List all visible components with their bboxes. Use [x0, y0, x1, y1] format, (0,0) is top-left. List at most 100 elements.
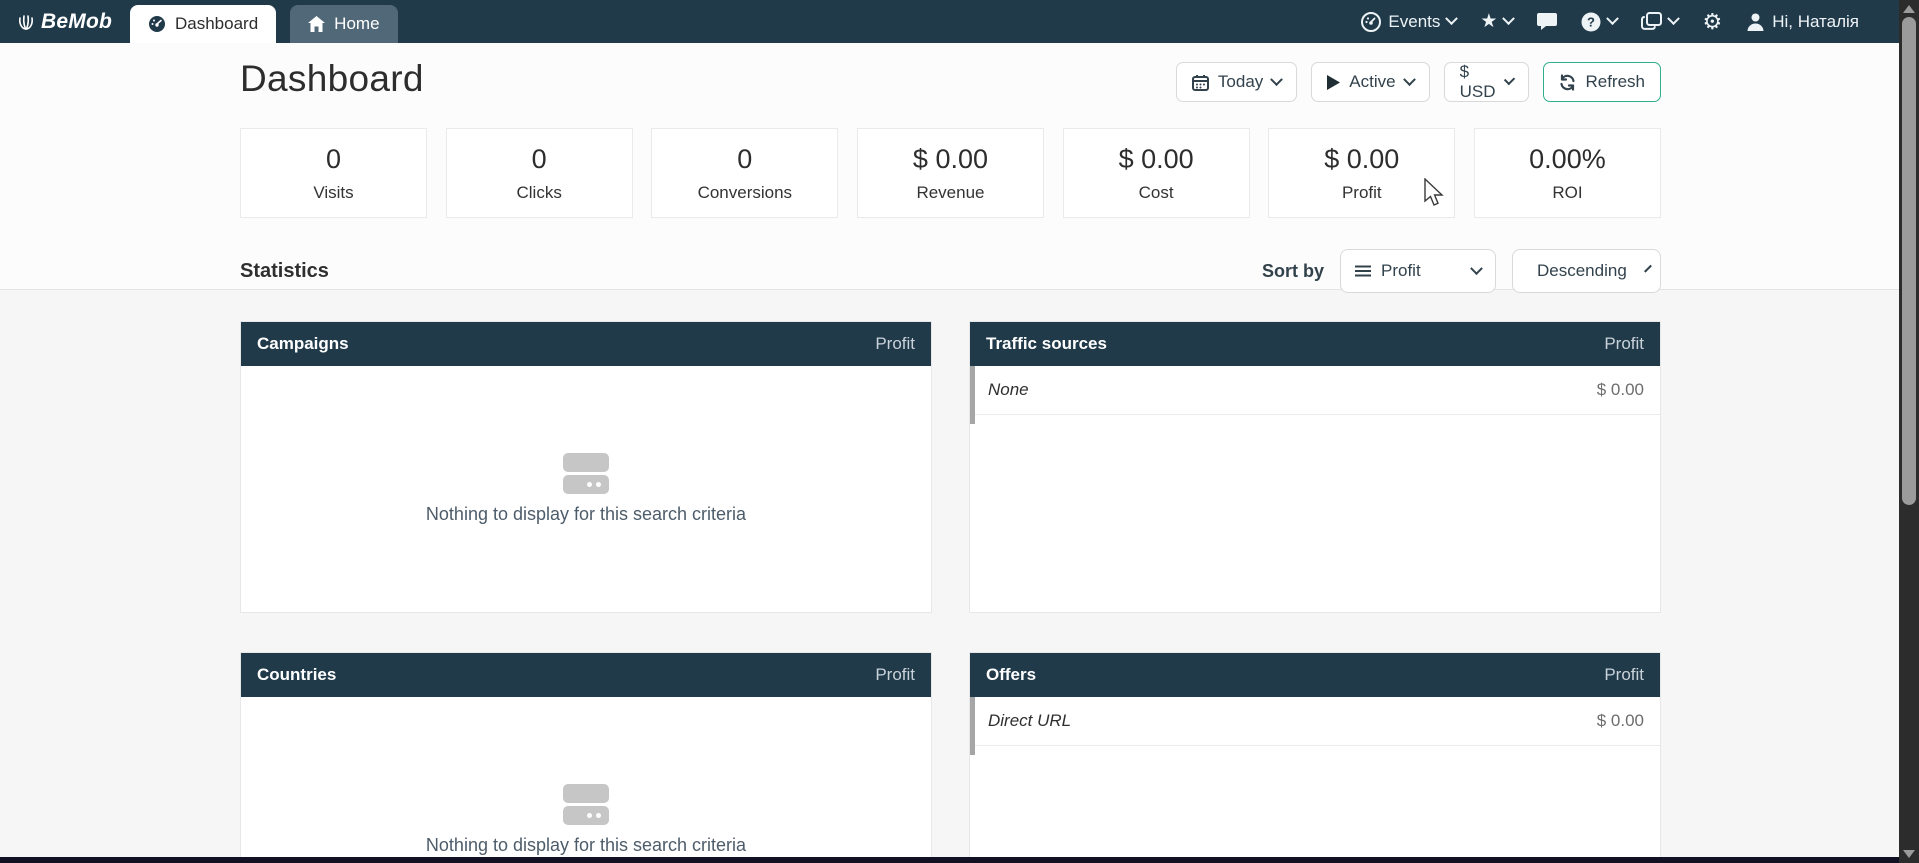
- bemob-logo-icon: [16, 12, 36, 32]
- visits-value: 0: [326, 144, 341, 175]
- tab-dashboard[interactable]: Dashboard: [130, 5, 276, 43]
- database-icon-bottom: [563, 475, 609, 494]
- campaigns-empty-state: Nothing to display for this search crite…: [241, 366, 931, 612]
- countries-panel-title: Countries: [257, 665, 336, 685]
- windows-chevron-down-icon: [1668, 12, 1681, 25]
- bemob-dashboard-screen: BeMob Dashboard Home: [0, 0, 1919, 863]
- traffic-sources-panel-title: Traffic sources: [986, 334, 1107, 354]
- sort-controls: Sort by Profit Descending: [1240, 249, 1661, 293]
- windows-menu[interactable]: [1641, 12, 1678, 31]
- countries-panel-header: Countries Profit: [241, 653, 931, 697]
- traffic-sources-panel-header: Traffic sources Profit: [970, 322, 1660, 366]
- currency-chevron-down-icon: [1504, 73, 1516, 85]
- database-icon-bottom: [563, 806, 609, 825]
- tab-home-label: Home: [334, 14, 379, 34]
- offer-profit: $ 0.00: [1597, 711, 1644, 731]
- settings-button[interactable]: ⚙: [1702, 11, 1722, 33]
- date-range-button[interactable]: Today: [1176, 62, 1297, 102]
- revenue-label: Revenue: [916, 183, 984, 203]
- traffic-source-row[interactable]: None $ 0.00: [970, 366, 1660, 415]
- status-filter-button[interactable]: Active: [1311, 62, 1429, 102]
- help-chevron-down-icon: [1607, 12, 1620, 25]
- events-label: Events: [1388, 12, 1440, 32]
- profit-value: $ 0.00: [1324, 144, 1399, 175]
- currency-label: $ USD: [1460, 62, 1498, 102]
- database-icon-top: [563, 453, 609, 472]
- summary-card-clicks: 0 Clicks: [446, 128, 633, 218]
- conversions-value: 0: [737, 144, 752, 175]
- row-accent-stripe: [970, 366, 975, 424]
- tab-dashboard-label: Dashboard: [175, 14, 258, 34]
- chat-button[interactable]: [1537, 12, 1557, 31]
- traffic-sources-panel: Traffic sources Profit None $ 0.00: [969, 321, 1661, 613]
- bemob-logo[interactable]: BeMob: [0, 0, 130, 43]
- top-navigation-bar: BeMob Dashboard Home: [0, 0, 1899, 43]
- sort-by-label: Sort by: [1262, 261, 1324, 282]
- summary-card-visits: 0 Visits: [240, 128, 427, 218]
- countries-empty-state: Nothing to display for this search crite…: [241, 697, 931, 863]
- favorites-menu[interactable]: ★: [1480, 12, 1513, 31]
- summary-cards-row: 0 Visits 0 Clicks 0 Conversions $ 0.00 R…: [240, 128, 1661, 218]
- tab-strip: Dashboard Home: [130, 0, 398, 43]
- summary-card-revenue: $ 0.00 Revenue: [857, 128, 1044, 218]
- scrollbar-down-arrow[interactable]: [1903, 850, 1915, 858]
- vertical-scrollbar[interactable]: [1899, 0, 1919, 863]
- summary-card-conversions: 0 Conversions: [651, 128, 838, 218]
- summary-card-cost: $ 0.00 Cost: [1063, 128, 1250, 218]
- scrollbar-up-arrow[interactable]: [1903, 5, 1915, 13]
- question-icon: ?: [1581, 12, 1601, 32]
- campaigns-panel-title: Campaigns: [257, 334, 349, 354]
- revenue-value: $ 0.00: [913, 144, 988, 175]
- dashboard-gauge-icon: [148, 15, 166, 33]
- help-menu[interactable]: ?: [1581, 12, 1617, 32]
- traffic-sources-panel-body: None $ 0.00: [970, 366, 1660, 612]
- gear-icon: ⚙: [1702, 11, 1722, 33]
- database-icon: [563, 453, 609, 494]
- page-title: Dashboard: [240, 58, 424, 100]
- campaigns-panel-header: Campaigns Profit: [241, 322, 931, 366]
- events-chevron-down-icon: [1446, 12, 1459, 25]
- user-menu[interactable]: Hi, Наталія: [1746, 12, 1859, 32]
- user-greeting: Hi, Наталія: [1772, 12, 1859, 32]
- sort-field-dropdown[interactable]: Profit: [1340, 249, 1496, 293]
- countries-empty-text: Nothing to display for this search crite…: [426, 835, 746, 856]
- refresh-label: Refresh: [1585, 72, 1645, 92]
- scrollbar-thumb[interactable]: [1902, 17, 1916, 505]
- sort-direction-value: Descending: [1537, 261, 1627, 281]
- traffic-sources-panel-metric: Profit: [1604, 334, 1644, 354]
- refresh-button[interactable]: Refresh: [1543, 62, 1661, 102]
- date-range-label: Today: [1218, 72, 1263, 92]
- sort-direction-dropdown[interactable]: Descending: [1512, 249, 1661, 293]
- countries-panel: Countries Profit Nothing to display for …: [240, 652, 932, 863]
- star-icon: ★: [1480, 12, 1497, 31]
- window-stack-icon: [1641, 12, 1662, 31]
- offer-row[interactable]: Direct URL $ 0.00: [970, 697, 1660, 746]
- bottom-edge-strip: [0, 857, 1919, 863]
- events-menu[interactable]: Events: [1361, 12, 1456, 32]
- user-icon: [1746, 12, 1765, 31]
- sort-direction-chevron-down-icon: [1644, 264, 1652, 272]
- summary-card-roi: 0.00% ROI: [1474, 128, 1661, 218]
- list-icon: [1355, 265, 1371, 277]
- traffic-source-profit: $ 0.00: [1597, 380, 1644, 400]
- dashboard-toolbar: Today Active $ USD Refresh: [1240, 62, 1661, 102]
- sort-field-chevron-down-icon: [1470, 262, 1483, 275]
- events-gauge-icon: [1361, 12, 1381, 32]
- profit-label: Profit: [1342, 183, 1382, 203]
- roi-label: ROI: [1552, 183, 1582, 203]
- summary-card-profit: $ 0.00 Profit: [1268, 128, 1455, 218]
- offers-panel-title: Offers: [986, 665, 1036, 685]
- campaigns-panel-metric: Profit: [875, 334, 915, 354]
- currency-button[interactable]: $ USD: [1444, 62, 1530, 102]
- traffic-source-name: None: [988, 380, 1029, 400]
- offers-panel-body: Direct URL $ 0.00: [970, 697, 1660, 863]
- roi-value: 0.00%: [1529, 144, 1606, 175]
- calendar-icon: [1192, 74, 1209, 91]
- offers-panel: Offers Profit Direct URL $ 0.00: [969, 652, 1661, 863]
- clicks-value: 0: [532, 144, 547, 175]
- conversions-label: Conversions: [698, 183, 793, 203]
- database-icon-top: [563, 784, 609, 803]
- cost-label: Cost: [1139, 183, 1174, 203]
- tab-home[interactable]: Home: [290, 5, 397, 43]
- countries-panel-metric: Profit: [875, 665, 915, 685]
